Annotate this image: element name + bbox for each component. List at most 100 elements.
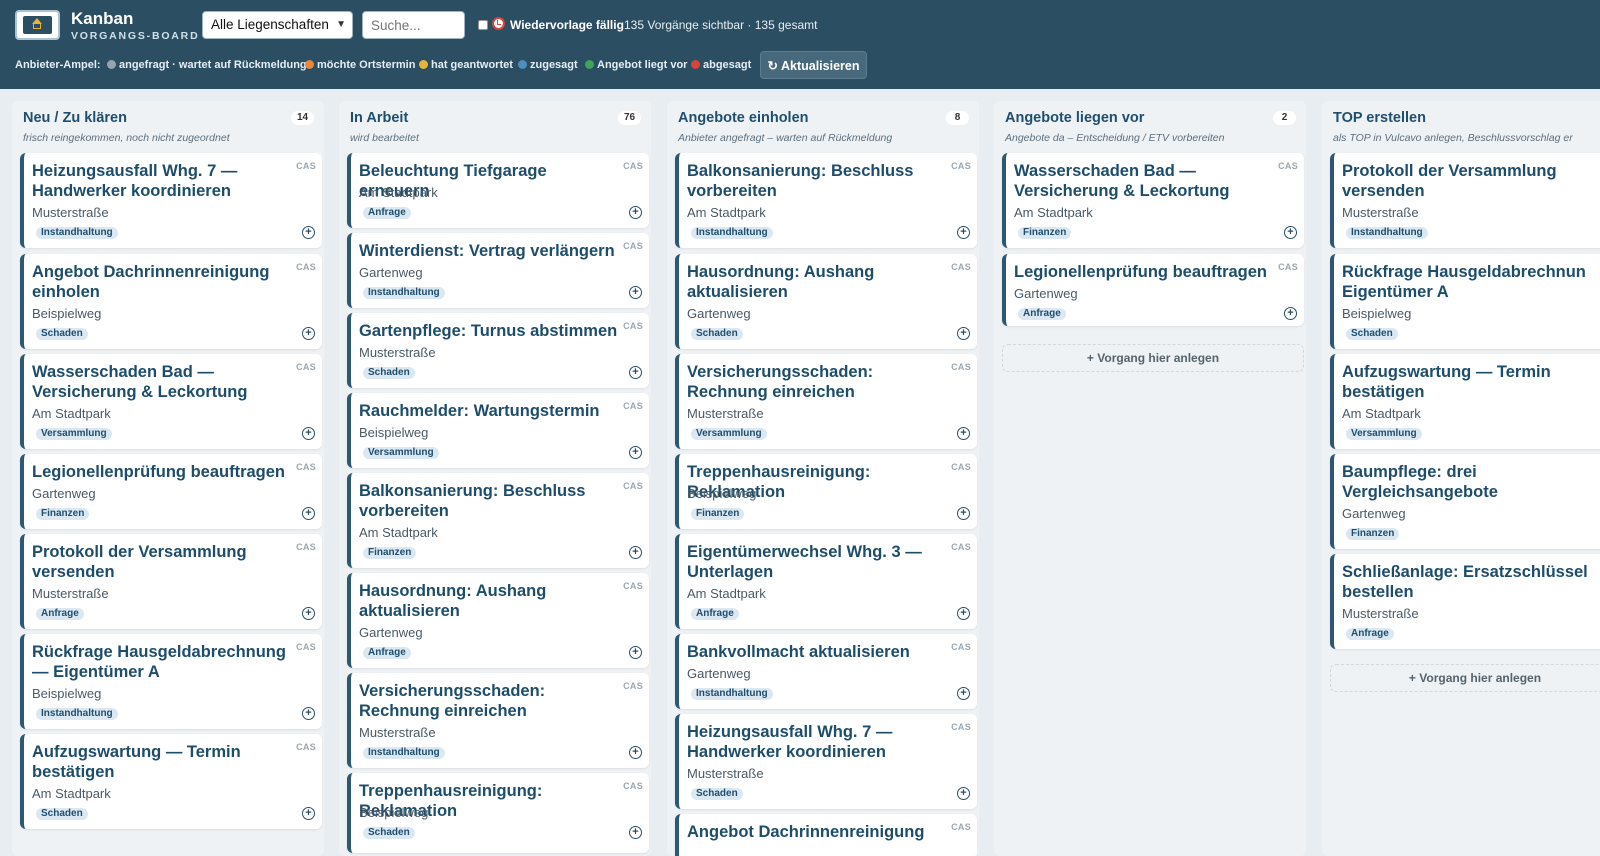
plus-icon[interactable]: + <box>957 427 970 440</box>
task-card[interactable]: Rauchmelder: Wartungstermin CAS Beispielwe… <box>347 393 649 468</box>
card-street: Beispielweg <box>32 686 102 701</box>
card-street: Beispielweg <box>359 425 429 440</box>
property-select[interactable]: Alle Liegenschaften ▼ <box>202 11 353 39</box>
task-card[interactable]: Protokoll der Versammlung versenden Muste… <box>1330 153 1600 248</box>
add-vorgang-button[interactable]: + Vorgang hier anlegen <box>1330 664 1600 692</box>
task-card[interactable]: Heizungsausfall Whg. 7 — Handwerker koor… <box>20 153 322 248</box>
category-tag: Instandhaltung <box>36 708 118 720</box>
cas-label: CAS <box>951 462 971 472</box>
card-title: Bankvollmacht aktualisieren <box>687 643 910 661</box>
card-title: Baumpflege: drei Vergleichsangebote <box>1342 463 1498 501</box>
task-card[interactable]: Hausordnung: Aushang aktualisieren CAS Gar… <box>347 573 649 668</box>
plus-icon[interactable]: + <box>957 607 970 620</box>
app-logo <box>15 10 60 40</box>
plus-icon[interactable]: + <box>957 507 970 520</box>
column-title: Angebote liegen vor <box>1005 110 1145 126</box>
cas-label: CAS <box>623 241 643 251</box>
category-tag: Schaden <box>363 827 415 839</box>
plus-icon[interactable]: + <box>629 206 642 219</box>
plus-icon[interactable]: + <box>1284 226 1297 239</box>
task-card[interactable]: Rückfrage Hausgeldabrechnun Eigentümer A… <box>1330 254 1600 349</box>
plus-icon[interactable]: + <box>629 286 642 299</box>
refresh-button[interactable]: ↻ Aktualisieren <box>760 51 867 79</box>
task-card[interactable]: Eigentümerwechsel Whg. 3 — Unterlagen CAS… <box>675 534 977 629</box>
task-card[interactable]: Wasserschaden Bad — Versicherung & Lecko… <box>1002 153 1304 248</box>
card-title: Hausordnung: Aushang aktualisieren <box>359 582 547 620</box>
card-street: Musterstraße <box>359 345 436 360</box>
task-card[interactable]: Balkonsanierung: Beschluss vorbereiten CA… <box>675 153 977 248</box>
task-card[interactable]: Rückfrage Hausgeldabrechnung — Eigentüme… <box>20 634 322 729</box>
plus-icon[interactable]: + <box>629 646 642 659</box>
task-card[interactable]: Wasserschaden Bad — Versicherung & Lecko… <box>20 354 322 449</box>
plus-icon[interactable]: + <box>629 446 642 459</box>
card-street: Gartenweg <box>32 486 96 501</box>
card-street: Musterstraße <box>1342 606 1419 621</box>
category-tag: Versammlung <box>36 428 112 440</box>
cas-label: CAS <box>951 822 971 832</box>
search-input[interactable] <box>362 11 465 39</box>
cas-label: CAS <box>951 542 971 552</box>
task-card[interactable]: Legionellenprüfung beauftragen CAS Gartenw… <box>1002 254 1304 326</box>
plus-icon[interactable]: + <box>302 226 315 239</box>
task-card[interactable]: Baumpflege: drei Vergleichsangebote Garte… <box>1330 454 1600 549</box>
task-card[interactable]: Bankvollmacht aktualisieren CAS Gartenweg I… <box>675 634 977 709</box>
card-street: Musterstraße <box>32 205 109 220</box>
card-street: Beispielweg <box>32 306 102 321</box>
category-tag: Versammlung <box>1346 428 1422 440</box>
cas-label: CAS <box>623 581 643 591</box>
column-title: In Arbeit <box>350 110 409 126</box>
category-tag: Instandhaltung <box>691 688 773 700</box>
category-tag: Anfrage <box>36 608 84 620</box>
task-card[interactable]: Balkonsanierung: Beschluss vorbereiten CA… <box>347 473 649 568</box>
task-card[interactable]: Gartenpflege: Turnus abstimmen CAS Musters… <box>347 313 649 388</box>
task-card[interactable]: Treppenhausreinigung: Reklamation CAS Beis… <box>675 454 977 529</box>
plus-icon[interactable]: + <box>957 687 970 700</box>
plus-icon[interactable]: + <box>302 327 315 340</box>
plus-icon[interactable]: + <box>302 707 315 720</box>
task-card[interactable]: Legionellenprüfung beauftragen CAS Gartenw… <box>20 454 322 529</box>
plus-icon[interactable]: + <box>302 507 315 520</box>
task-card[interactable]: Angebot Dachrinnenreinigung CAS <box>675 814 977 856</box>
card-street: Gartenweg <box>359 625 423 640</box>
brand-subtitle: VORGANGS-BOARD <box>71 30 200 42</box>
plus-icon[interactable]: + <box>1284 307 1297 320</box>
task-card[interactable]: Beleuchtung Tiefgarage erneuern CAS Am Sta… <box>347 153 649 228</box>
card-title: Wasserschaden Bad — Versicherung & Lecko… <box>1014 162 1230 200</box>
cas-label: CAS <box>623 321 643 331</box>
task-card[interactable]: Versicherungsschaden: Rechnung einreiche… <box>675 354 977 449</box>
plus-icon[interactable]: + <box>957 327 970 340</box>
task-card[interactable]: Treppenhausreinigung: Reklamation CAS Beis… <box>347 773 649 853</box>
task-card[interactable]: Heizungsausfall Whg. 7 — Handwerker koor… <box>675 714 977 809</box>
plus-icon[interactable]: + <box>302 607 315 620</box>
category-tag: Schaden <box>36 808 88 820</box>
column-count-badge: 2 <box>1273 111 1296 125</box>
plus-icon[interactable]: + <box>302 427 315 440</box>
plus-icon[interactable]: + <box>629 366 642 379</box>
plus-icon[interactable]: + <box>629 546 642 559</box>
plus-icon[interactable]: + <box>957 226 970 239</box>
plus-icon[interactable]: + <box>302 807 315 820</box>
task-card[interactable]: Aufzugswartung — Termin bestätigen CAS Am … <box>20 734 322 829</box>
card-street: Beispielweg <box>359 805 429 820</box>
task-card[interactable]: Angebot Dachrinnenreinigung einholen CAS B… <box>20 254 322 349</box>
task-card[interactable]: Hausordnung: Aushang aktualisieren CAS Gar… <box>675 254 977 349</box>
plus-icon[interactable]: + <box>629 826 642 839</box>
category-tag: Finanzen <box>36 508 90 520</box>
task-card[interactable]: Protokoll der Versammlung versenden CAS Mu… <box>20 534 322 629</box>
add-vorgang-button[interactable]: + Vorgang hier anlegen <box>1002 344 1304 372</box>
plus-icon[interactable]: + <box>629 746 642 759</box>
status-dot-icon <box>518 60 527 69</box>
column-angebote-einholen: Angebote einholen 8 Anbieter angefragt – w… <box>667 101 979 856</box>
card-title: Schließanlage: Ersatzschlüssel bestellen <box>1342 563 1588 601</box>
category-tag: Versammlung <box>691 428 767 440</box>
card-street: Beispielweg <box>1342 306 1412 321</box>
plus-icon[interactable]: + <box>957 787 970 800</box>
task-card[interactable]: Winterdienst: Vertrag verlängern CAS Garte… <box>347 233 649 308</box>
card-street: Am Stadtpark <box>32 786 111 801</box>
task-card[interactable]: Aufzugswartung — Termin bestätigen Am Sta… <box>1330 354 1600 449</box>
task-card[interactable]: Versicherungsschaden: Rechnung einreiche… <box>347 673 649 768</box>
cas-label: CAS <box>296 542 316 552</box>
task-card[interactable]: Schließanlage: Ersatzschlüssel bestellen… <box>1330 554 1600 649</box>
wiedervorlage-checkbox[interactable] <box>478 20 488 30</box>
legend-abgesagt: abgesagt <box>691 59 751 71</box>
